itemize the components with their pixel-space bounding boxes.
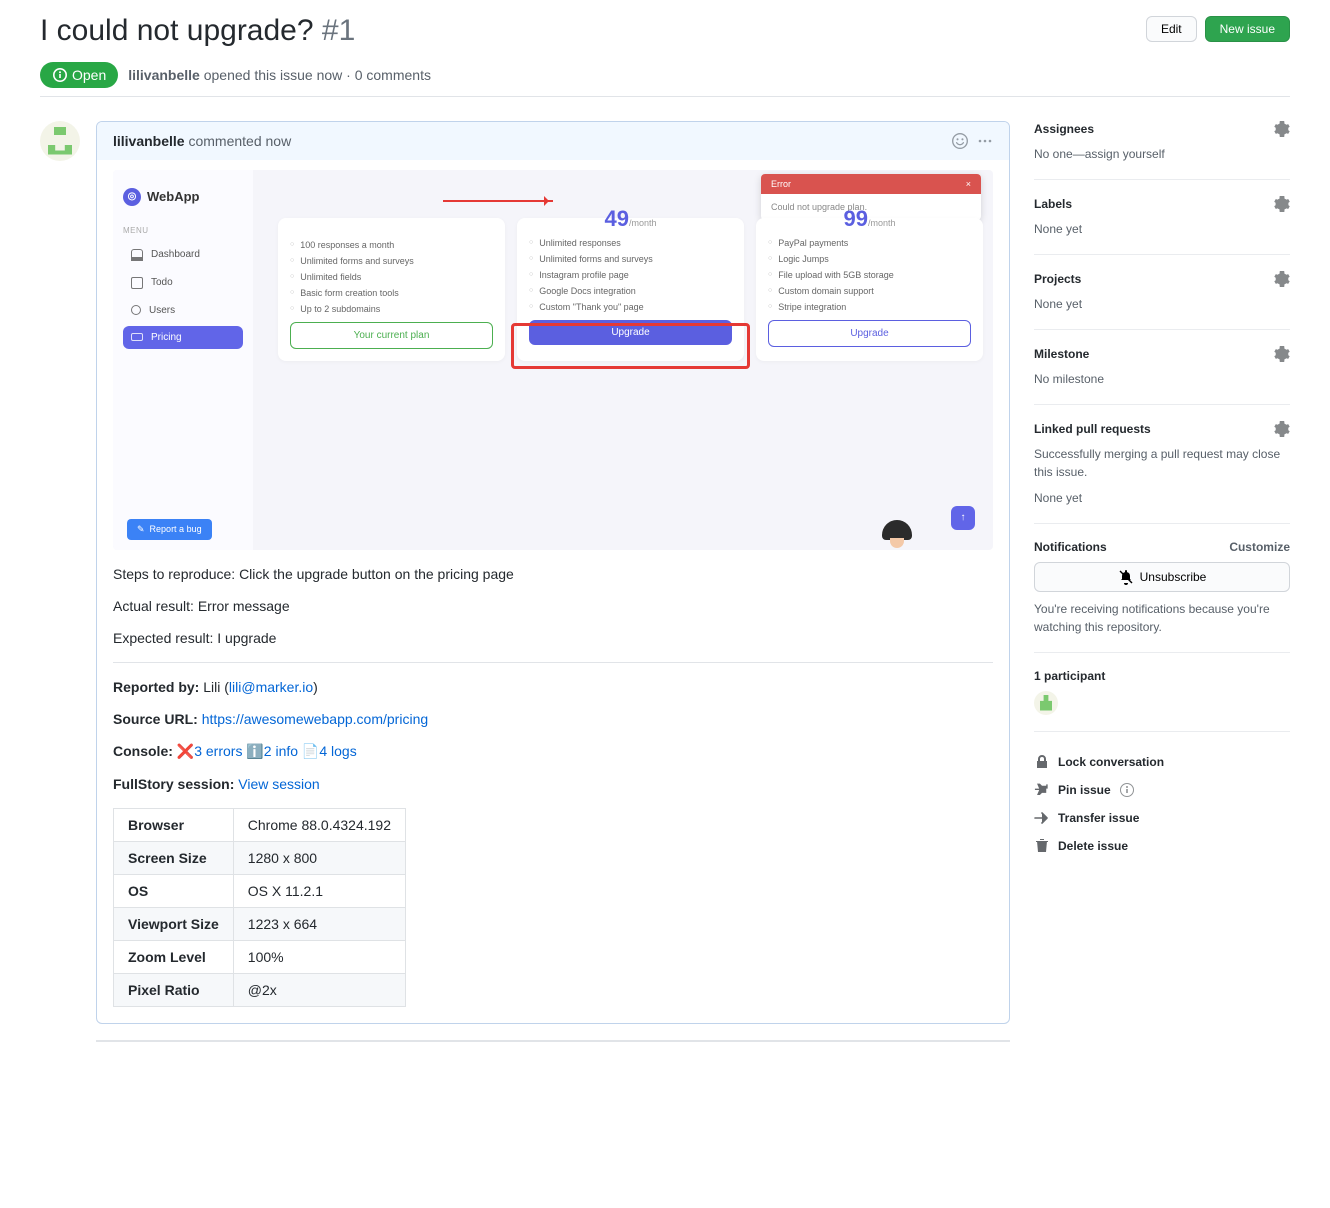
comment-header-text: lilivanbelle commented now: [113, 133, 291, 149]
table-row: OSOS X 11.2.1: [114, 874, 406, 907]
gear-icon[interactable]: [1274, 121, 1290, 137]
linked-prs-title: Linked pull requests: [1034, 422, 1151, 436]
lock-icon: [1034, 754, 1050, 770]
lock-conversation[interactable]: Lock conversation: [1034, 748, 1290, 776]
author-avatar[interactable]: [40, 121, 80, 161]
participant-avatar[interactable]: [1034, 691, 1058, 715]
bell-slash-icon: [1118, 569, 1134, 585]
delete-issue[interactable]: Delete issue: [1034, 832, 1290, 860]
attached-screenshot[interactable]: ◎WebApp MENU Dashboard Todo Users Pricin…: [113, 170, 993, 550]
linked-prs-desc: Successfully merging a pull request may …: [1034, 445, 1290, 481]
labels-title: Labels: [1034, 197, 1072, 211]
steps-to-reproduce: Steps to reproduce: Click the upgrade bu…: [113, 566, 993, 582]
state-badge: Open: [40, 62, 118, 88]
participants-title: 1 participant: [1034, 669, 1105, 683]
timeline-divider: [96, 1040, 1010, 1042]
projects-body: None yet: [1034, 295, 1290, 313]
table-row: Screen Size1280 x 800: [114, 841, 406, 874]
source-url-link[interactable]: https://awesomewebapp.com/pricing: [202, 711, 428, 727]
milestone-body: No milestone: [1034, 370, 1290, 388]
issue-author-link[interactable]: lilivanbelle: [128, 67, 200, 83]
issue-open-icon: [52, 67, 68, 83]
console-errors-link[interactable]: 3 errors: [194, 743, 242, 759]
console-logs-link[interactable]: 4 logs: [319, 743, 356, 759]
gear-icon[interactable]: [1274, 271, 1290, 287]
notifications-note: You're receiving notifications because y…: [1034, 600, 1290, 636]
linked-prs-body: None yet: [1034, 489, 1290, 507]
arrow-right-icon: [1034, 810, 1050, 826]
issue-header: I could not upgrade? #1 Edit New issue O…: [40, 0, 1290, 97]
milestone-title: Milestone: [1034, 347, 1089, 361]
sidebar: Assignees No one—assign yourself Labels …: [1034, 121, 1290, 1049]
comment-body: ◎WebApp MENU Dashboard Todo Users Pricin…: [97, 160, 1009, 1023]
edit-button[interactable]: Edit: [1146, 16, 1197, 42]
unsubscribe-button[interactable]: Unsubscribe: [1034, 562, 1290, 592]
expected-result: Expected result: I upgrade: [113, 630, 993, 646]
table-row: Pixel Ratio@2x: [114, 973, 406, 1006]
new-issue-button[interactable]: New issue: [1205, 16, 1290, 42]
notifications-title: Notifications: [1034, 540, 1107, 554]
customize-link[interactable]: Customize: [1229, 540, 1290, 554]
transfer-issue[interactable]: Transfer issue: [1034, 804, 1290, 832]
gear-icon[interactable]: [1274, 346, 1290, 362]
trash-icon: [1034, 838, 1050, 854]
projects-title: Projects: [1034, 272, 1081, 286]
reporter-email-link[interactable]: lili@marker.io: [229, 679, 313, 695]
issue-title: I could not upgrade? #1: [40, 12, 355, 50]
table-row: BrowserChrome 88.0.4324.192: [114, 808, 406, 841]
gear-icon[interactable]: [1274, 421, 1290, 437]
kebab-menu-icon[interactable]: [977, 133, 993, 149]
comment-author-link[interactable]: lilivanbelle: [113, 133, 185, 149]
labels-body: None yet: [1034, 220, 1290, 238]
comment-box: lilivanbelle commented now: [96, 121, 1010, 1024]
issue-subtext: lilivanbelle opened this issue now · 0 c…: [128, 67, 431, 83]
environment-table: BrowserChrome 88.0.4324.192Screen Size12…: [113, 808, 406, 1007]
header-actions: Edit New issue: [1146, 12, 1290, 42]
actual-result: Actual result: Error message: [113, 598, 993, 614]
gear-icon[interactable]: [1274, 196, 1290, 212]
emoji-reaction-icon[interactable]: [951, 132, 969, 150]
source-url: Source URL: https://awesomewebapp.com/pr…: [113, 711, 993, 727]
assignees-body[interactable]: No one—assign yourself: [1034, 145, 1290, 163]
reported-by: Reported by: Lili (lili@marker.io): [113, 679, 993, 695]
fullstory-line: FullStory session: View session: [113, 776, 993, 792]
console-line: Console: ❌3 errors ℹ️2 info 📄4 logs: [113, 743, 993, 760]
fullstory-link[interactable]: View session: [238, 776, 319, 792]
info-icon: [1119, 782, 1135, 798]
pin-icon: [1034, 782, 1050, 798]
table-row: Zoom Level100%: [114, 940, 406, 973]
console-info-link[interactable]: 2 info: [264, 743, 298, 759]
pin-issue[interactable]: Pin issue: [1034, 776, 1290, 804]
assignees-title: Assignees: [1034, 122, 1094, 136]
table-row: Viewport Size1223 x 664: [114, 907, 406, 940]
